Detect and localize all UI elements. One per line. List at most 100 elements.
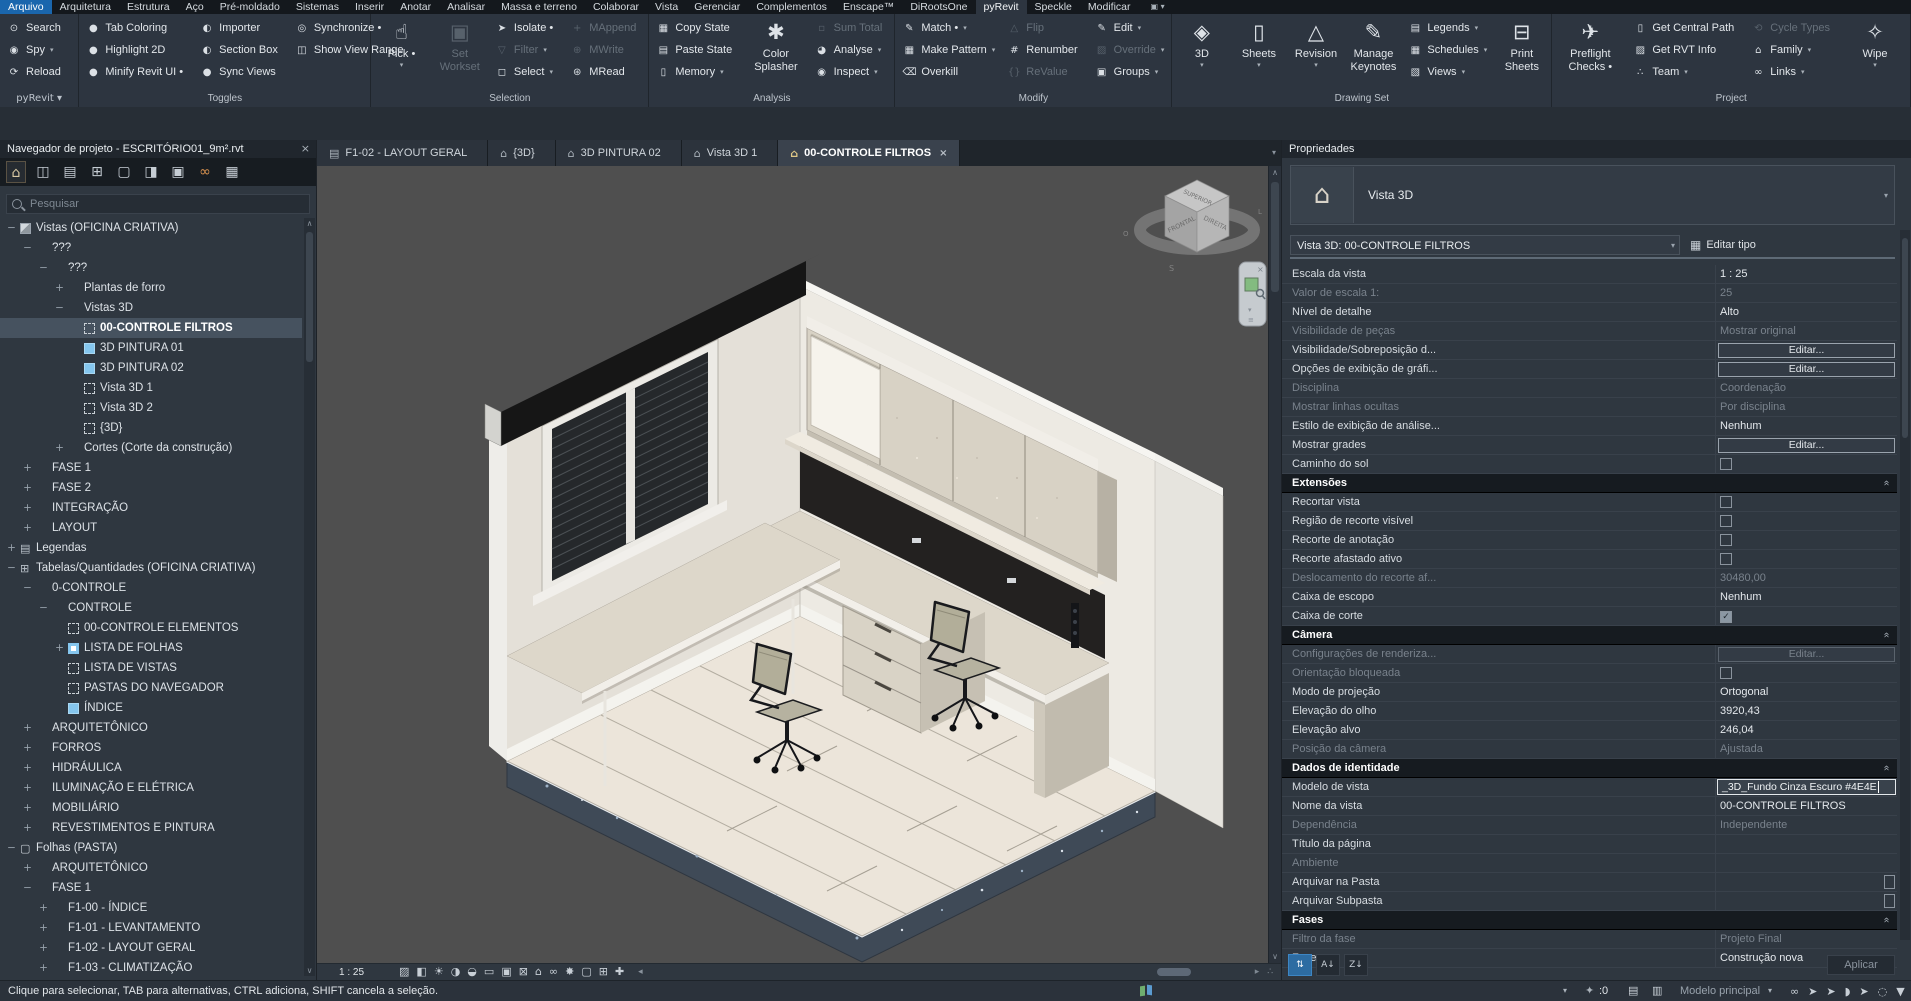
view-tab[interactable]: ⌂3D PINTURA 02: [556, 140, 682, 166]
view-tab[interactable]: ⌂{3D}: [488, 140, 555, 166]
tree-expander-icon[interactable]: +: [22, 822, 33, 834]
tree-expander-icon[interactable]: +: [54, 282, 65, 294]
property-row[interactable]: Título da página: [1282, 835, 1897, 854]
property-row[interactable]: Deslocamento do recorte af...30480,00: [1282, 569, 1897, 588]
tree-item[interactable]: +REVESTIMENTOS E PINTURA: [0, 818, 302, 838]
tree-item[interactable]: 00-CONTROLE FILTROS: [0, 318, 302, 338]
select-underlay-toggle-icon[interactable]: ➤: [1808, 985, 1817, 998]
revalue-button[interactable]: {}ReValue: [1007, 61, 1082, 83]
tree-expander-icon[interactable]: +: [6, 542, 17, 554]
search-box[interactable]: [6, 194, 310, 214]
property-value[interactable]: 3920,43: [1716, 702, 1897, 720]
menu-tab[interactable]: Inserir: [347, 0, 392, 14]
displace-elements-icon[interactable]: ⊞: [599, 964, 608, 980]
views-home-icon[interactable]: ⌂: [6, 161, 26, 183]
legends-button[interactable]: ▤Legends▾: [1408, 17, 1487, 39]
tree-expander-icon[interactable]: −: [22, 242, 33, 254]
tree-expander-icon[interactable]: +: [22, 462, 33, 474]
worksets-dialog-icon[interactable]: ▤: [1628, 981, 1638, 1001]
property-value[interactable]: [1716, 512, 1897, 530]
flip-button[interactable]: △Flip: [1007, 17, 1082, 39]
property-row[interactable]: Mostrar linhas ocultasPor disciplina: [1282, 398, 1897, 417]
property-value[interactable]: [1716, 835, 1897, 853]
spy-button[interactable]: ◉Spy▾: [7, 39, 66, 61]
property-row[interactable]: Dados de identidade: [1282, 759, 1897, 778]
property-value[interactable]: 1 : 25: [1716, 265, 1897, 283]
property-row[interactable]: Mostrar gradesEditar...: [1282, 436, 1897, 455]
color-splasher-button[interactable]: ✱ColorSplasher: [749, 17, 802, 91]
horizontal-scrollbar-thumb[interactable]: [1157, 968, 1191, 976]
tree-item[interactable]: LISTA DE VISTAS: [0, 658, 302, 678]
tree-expander-icon[interactable]: +: [38, 962, 49, 974]
sum-total-button[interactable]: ▫Sum Total: [815, 17, 888, 39]
ribbon-group-label[interactable]: pyRevit ▾: [0, 91, 78, 107]
property-value[interactable]: Nenhum: [1716, 588, 1897, 606]
property-value[interactable]: Independente: [1716, 816, 1897, 834]
tree-expander-icon[interactable]: −: [22, 882, 33, 894]
menu-tab[interactable]: Anotar: [392, 0, 439, 14]
property-row[interactable]: Caminho do sol: [1282, 455, 1897, 474]
menu-tab[interactable]: pyRevit: [976, 0, 1027, 14]
menu-tab[interactable]: Colaborar: [585, 0, 647, 14]
tree-expander-icon[interactable]: +: [22, 762, 33, 774]
property-value[interactable]: [1716, 607, 1897, 625]
property-value[interactable]: [1716, 550, 1897, 568]
menu-tab[interactable]: Arquitetura: [52, 0, 119, 14]
property-row[interactable]: Câmera: [1282, 626, 1897, 645]
steering-wheel-icon[interactable]: ≡: [1248, 316, 1254, 324]
schedules-tool-icon[interactable]: ⊞: [87, 161, 107, 183]
menu-tab[interactable]: Vista: [647, 0, 686, 14]
tab-list-icon[interactable]: ▾: [1272, 140, 1276, 166]
tab-coloring-toggle[interactable]: ●Tab Coloring: [86, 17, 188, 39]
tree-item[interactable]: +INTEGRAÇÃO: [0, 498, 302, 518]
property-value[interactable]: 00-CONTROLE FILTROS: [1716, 797, 1897, 815]
search-button[interactable]: ⊙Search: [7, 17, 66, 39]
reveal-constraints-icon[interactable]: ✚: [615, 964, 624, 980]
3d-view-button[interactable]: ◈3D▾: [1179, 17, 1224, 91]
tree-expander-icon[interactable]: +: [54, 642, 65, 654]
tree-expander-icon[interactable]: −: [38, 262, 49, 274]
revision-button[interactable]: △Revision▾: [1293, 17, 1338, 91]
tree-item[interactable]: Vista 3D 1: [0, 378, 302, 398]
property-value[interactable]: 30480,00: [1716, 569, 1897, 587]
tree-item[interactable]: +F1-01 - LEVANTAMENTO: [0, 918, 302, 938]
temporary-view-icon[interactable]: ▢: [581, 964, 591, 980]
sort-za-button[interactable]: Z↓: [1344, 954, 1368, 976]
wipe-button[interactable]: ✧Wipe▾: [1847, 17, 1903, 91]
property-row[interactable]: Posição da câmeraAjustada: [1282, 740, 1897, 759]
compass-east-label[interactable]: L: [1258, 208, 1262, 216]
property-row[interactable]: Visibilidade/Sobreposição d...Editar...: [1282, 341, 1897, 360]
sync-views-toggle[interactable]: ●Sync Views: [200, 61, 283, 83]
property-row[interactable]: Elevação alvo246,04: [1282, 721, 1897, 740]
view-tab[interactable]: ▤F1-02 - LAYOUT GERAL: [317, 140, 488, 166]
scrollbar-thumb[interactable]: [1271, 182, 1279, 292]
close-icon[interactable]: ×: [939, 148, 947, 159]
resize-grip-icon[interactable]: ∴: [1267, 967, 1273, 977]
chevron-down-icon[interactable]: ▾: [1248, 306, 1252, 314]
tree-item[interactable]: −???: [0, 238, 302, 258]
mappend-button[interactable]: +MAppend: [570, 17, 641, 39]
detail-level-icon[interactable]: ▨: [399, 964, 409, 980]
importer-toggle[interactable]: ◐Importer: [200, 17, 283, 39]
menu-tab[interactable]: Aço: [178, 0, 212, 14]
edit-type-button[interactable]: ▦Editar tipo: [1690, 238, 1756, 252]
menu-tab[interactable]: Sistemas: [288, 0, 347, 14]
tree-item[interactable]: {3D}: [0, 418, 302, 438]
compass-west-label[interactable]: O: [1123, 230, 1129, 238]
property-row[interactable]: Região de recorte visível: [1282, 512, 1897, 531]
recorder-menu-icon[interactable]: ▣ ▾: [1151, 0, 1165, 14]
tree-item[interactable]: −Vistas (OFICINA CRIATIVA): [0, 218, 302, 238]
tree-item[interactable]: +LAYOUT: [0, 518, 302, 538]
property-row[interactable]: Estilo de exibição de análise...Nenhum: [1282, 417, 1897, 436]
menu-tab[interactable]: Modificar: [1080, 0, 1139, 14]
property-value[interactable]: [1716, 664, 1897, 682]
memory-button[interactable]: ▯Memory▾: [656, 61, 737, 83]
sort-default-button[interactable]: ⇅: [1288, 954, 1312, 976]
chevron-down-icon[interactable]: ▾: [1563, 981, 1567, 1001]
property-value[interactable]: Editar...: [1718, 647, 1895, 662]
compass-south-label[interactable]: S: [1169, 264, 1174, 273]
get-central-path-button[interactable]: ▯Get Central Path: [1633, 17, 1739, 39]
property-value[interactable]: Coordenação: [1716, 379, 1897, 397]
crop-region-icon[interactable]: ▣: [501, 964, 511, 980]
property-value[interactable]: [1716, 854, 1897, 872]
